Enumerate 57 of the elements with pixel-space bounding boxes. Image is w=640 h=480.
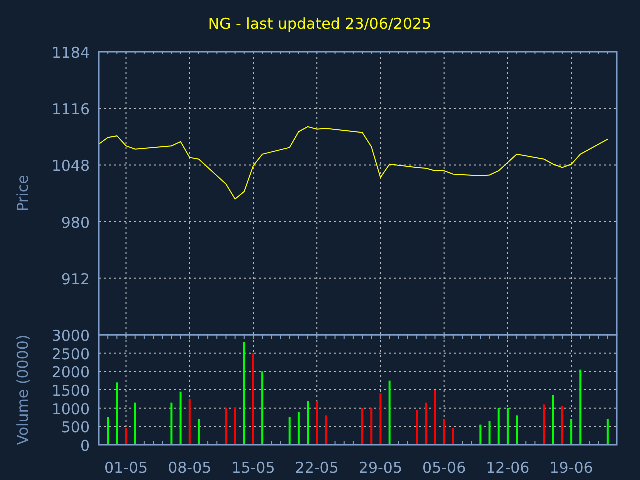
volume-bar [198,419,200,445]
volume-bar [388,380,391,445]
tick-label: 19-06 [550,459,594,477]
volume-bar [316,401,318,445]
volume-bar [561,406,564,445]
volume-bar [425,402,428,445]
volume-bar [325,416,328,445]
volume-bar [170,402,173,445]
tick-label: 1184 [52,45,90,62]
tick-label: 1000 [52,400,90,418]
volume-bar [434,390,436,445]
volume-bar [488,421,491,445]
tick-label: 1048 [52,157,90,176]
volume-bar [452,428,454,445]
tick-label: 01-05 [104,459,148,477]
volume-bar [180,392,182,445]
tick-label: 980 [61,214,90,232]
tick-label: 29-05 [358,459,403,477]
volume-bar [234,408,236,445]
tick-label: 2000 [52,364,90,382]
volume-bar [125,428,128,445]
volume-bar [298,412,300,445]
volume-bar [134,402,136,445]
tick-label: 15-05 [232,459,276,477]
volume-bar [107,418,110,445]
axis-title: Price [14,175,32,212]
volume-bar [570,419,573,445]
volume-bar [516,416,518,445]
tick-label: 0 [80,437,90,455]
volume-bar [543,404,546,445]
volume-bar [188,399,191,445]
tick-label: 1500 [52,382,90,400]
volume-bar [480,424,482,445]
tick-label: 912 [61,270,90,288]
volume-bar [552,396,554,445]
tick-label: 3000 [52,327,90,345]
chart-title: NG - last updated 23/06/2025 [207,14,433,35]
axis-title: Volume (0000) [14,334,32,446]
volume-bar [498,408,500,445]
volume-bar [116,382,118,445]
tick-label: 1116 [52,100,90,119]
volume-bar [443,419,446,445]
tick-label: 2500 [52,345,90,364]
volume-bar [416,410,418,445]
tick-label: 12-06 [486,459,530,477]
tick-label: 500 [61,418,90,437]
volume-bar [288,418,291,445]
volume-bar [380,394,382,445]
volume-bar [225,408,228,445]
volume-bar [370,408,373,445]
tick-label: 22-05 [295,459,339,477]
volume-bar [606,419,609,445]
volume-bar [362,408,364,445]
volume-bar [307,401,310,445]
tick-label: 05-06 [422,459,466,477]
volume-bar [506,408,509,445]
tick-label: 08-05 [168,459,212,477]
